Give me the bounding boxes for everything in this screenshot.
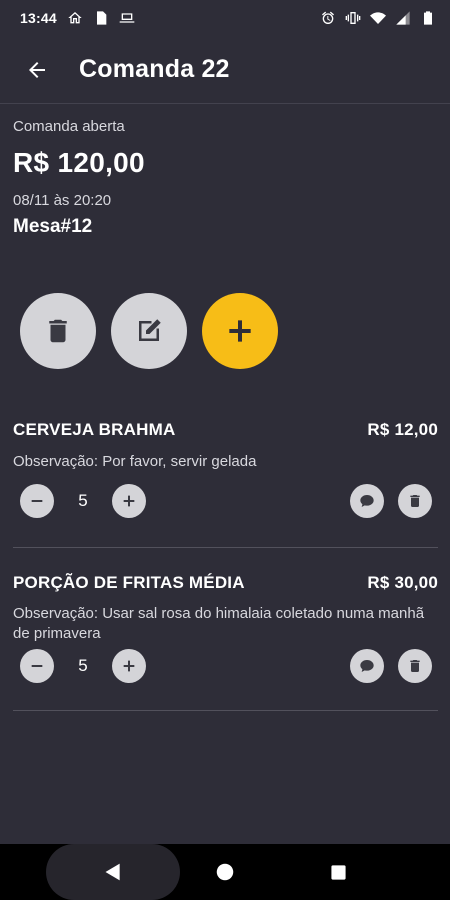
- nav-back-button[interactable]: [93, 844, 133, 900]
- increase-quantity-button[interactable]: [112, 484, 146, 518]
- wifi-icon: [370, 10, 386, 26]
- plus-icon: [123, 495, 135, 507]
- nav-home-icon: [216, 863, 234, 881]
- edit-icon: [139, 319, 161, 341]
- edit-order-button[interactable]: [111, 293, 187, 369]
- trash-icon: [49, 319, 67, 343]
- item-quantity: 5: [78, 491, 88, 510]
- alarm-icon: [320, 10, 336, 26]
- order-item: PORÇÃO DE FRITAS MÉDIA R$ 30,00 Observaç…: [13, 573, 438, 711]
- trash-icon: [410, 495, 420, 507]
- comment-icon: [360, 495, 374, 507]
- item-name: CERVEJA BRAHMA: [13, 420, 176, 439]
- minus-icon: [31, 665, 43, 667]
- battery-icon: [420, 10, 436, 26]
- plus-icon: [123, 660, 135, 672]
- app-bar: Comanda 22: [0, 36, 450, 104]
- decrease-quantity-button[interactable]: [20, 484, 54, 518]
- item-delete-button[interactable]: [398, 484, 432, 518]
- page-title: Comanda 22: [79, 55, 230, 83]
- add-item-button[interactable]: [202, 293, 278, 369]
- order-item: CERVEJA BRAHMA R$ 12,00 Observação: Por …: [13, 420, 438, 548]
- item-price: R$ 30,00: [367, 573, 438, 592]
- order-actions: [20, 293, 278, 369]
- back-button[interactable]: [12, 45, 62, 95]
- plus-icon: [229, 320, 251, 342]
- item-name: PORÇÃO DE FRITAS MÉDIA: [13, 573, 245, 592]
- item-comment-button[interactable]: [350, 484, 384, 518]
- item-price: R$ 12,00: [367, 420, 438, 439]
- item-controls: 5: [13, 649, 438, 683]
- nav-home-button[interactable]: [205, 844, 245, 900]
- order-datetime: 08/11 às 20:20: [13, 192, 112, 209]
- nav-recents-icon: [330, 864, 346, 880]
- minus-icon: [31, 500, 43, 502]
- order-table: Mesa#12: [13, 216, 93, 237]
- item-note: Observação: Usar sal rosa do himalaia co…: [13, 605, 425, 642]
- increase-quantity-button[interactable]: [112, 649, 146, 683]
- comment-icon: [360, 660, 374, 672]
- item-comment-button[interactable]: [350, 649, 384, 683]
- system-nav-bar: [0, 844, 450, 900]
- nav-recents-button[interactable]: [318, 844, 358, 900]
- order-total: R$ 120,00: [13, 147, 145, 178]
- signal-icon: [395, 10, 411, 26]
- decrease-quantity-button[interactable]: [20, 649, 54, 683]
- order-info: Comanda aberta R$ 120,00 08/11 às 20:20 …: [13, 118, 437, 238]
- vibrate-icon: [345, 10, 361, 26]
- trash-icon: [410, 660, 420, 672]
- item-delete-button[interactable]: [398, 649, 432, 683]
- item-controls: 5: [13, 484, 438, 518]
- status-time: 13:44: [20, 10, 57, 26]
- order-status: Comanda aberta: [13, 118, 125, 135]
- item-quantity: 5: [78, 656, 88, 675]
- item-note: Observação: Por favor, servir gelada: [13, 453, 257, 470]
- delete-order-button[interactable]: [20, 293, 96, 369]
- nav-back-icon: [105, 863, 120, 881]
- status-bar: 13:44: [0, 0, 450, 36]
- arrow-left-icon: [29, 61, 45, 78]
- file-icon: [93, 10, 109, 26]
- laptop-icon: [119, 10, 135, 26]
- home-icon: [67, 10, 83, 26]
